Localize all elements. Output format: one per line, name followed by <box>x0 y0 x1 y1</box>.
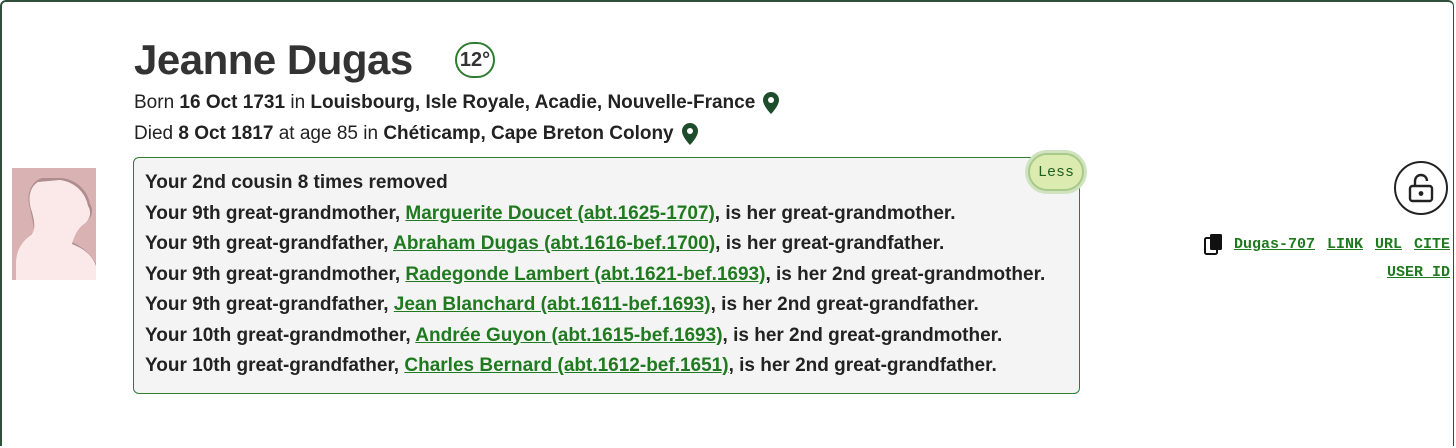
relationship-prefix: Your 9th great-grandfather, <box>145 233 389 254</box>
person-name: Jeanne Dugas <box>134 36 413 83</box>
birth-line: Born 16 Oct 1731 in Louisbourg, Isle Roy… <box>134 92 780 114</box>
ancestor-link[interactable]: Jean Blanchard (abt.1611-bef.1693) <box>394 294 711 315</box>
birth-place[interactable]: Louisbourg, Isle Royale, Acadie, Nouvell… <box>310 92 755 114</box>
relationship-suffix: , is her 2nd great-grandfather. <box>710 294 979 315</box>
birth-date: 16 Oct 1731 <box>179 92 286 113</box>
relationship-line: Your 10th great-grandfather, Charles Ber… <box>145 353 1079 384</box>
birth-in: in <box>290 92 306 113</box>
death-place[interactable]: Chéticamp, Cape Breton Colony <box>383 123 673 145</box>
death-line: Died 8 Oct 1817 at age 85 in Chéticamp, … <box>134 123 698 145</box>
relationship-prefix: Your 10th great-grandfather, <box>145 355 400 376</box>
avatar[interactable] <box>12 168 96 280</box>
relationship-box: Your 2nd cousin 8 times removed Your 9th… <box>133 157 1080 394</box>
copy-icon[interactable] <box>1203 233 1224 255</box>
relationship-prefix: Your 9th great-grandmother, <box>145 202 401 224</box>
relationship-suffix: , is her great-grandfather. <box>715 233 945 254</box>
ancestor-link[interactable]: Abraham Dugas (abt.1616-bef.1700) <box>393 233 715 254</box>
relationship-prefix: Your 9th great-grandmother, <box>145 263 401 285</box>
relationship-line: Your 9th great-grandmother, Marguerite D… <box>145 201 1079 232</box>
born-label: Born <box>134 92 175 113</box>
user-id-button[interactable]: USER ID <box>1387 264 1450 281</box>
url-button[interactable]: URL <box>1375 236 1402 253</box>
relationship-line: Your 9th great-grandmother, Radegonde La… <box>145 262 1079 293</box>
user-id-row: USER ID <box>1387 264 1450 281</box>
relationship-line: Your 9th great-grandfather, Abraham Duga… <box>145 231 1079 262</box>
degree-badge[interactable]: 12° <box>455 42 495 78</box>
relationship-suffix: , is her 2nd great-grandmother. <box>722 324 1003 346</box>
relationship-summary: Your 2nd cousin 8 times removed <box>145 172 448 193</box>
cite-button[interactable]: CITE <box>1414 236 1450 253</box>
privacy-lock-button[interactable] <box>1394 161 1448 215</box>
death-age: at age 85 in <box>278 123 379 144</box>
map-pin-icon[interactable] <box>681 123 698 145</box>
profile-actions: Dugas-707 LINK URL CITE <box>1203 233 1450 255</box>
relationship-prefix: Your 9th great-grandfather, <box>145 294 389 315</box>
ancestor-link[interactable]: Marguerite Doucet (abt.1625-1707) <box>405 203 714 224</box>
relationship-prefix: Your 10th great-grandmother, <box>145 324 411 346</box>
ancestor-link[interactable]: Andrée Guyon (abt.1615-bef.1693) <box>415 325 722 346</box>
relationship-line: Your 9th great-grandfather, Jean Blancha… <box>145 292 1079 323</box>
unlock-icon <box>1408 173 1434 203</box>
ancestor-link[interactable]: Radegonde Lambert (abt.1621-bef.1693) <box>405 264 765 285</box>
ancestor-link[interactable]: Charles Bernard (abt.1612-bef.1651) <box>404 355 728 376</box>
relationship-suffix: , is her 2nd great-grandfather. <box>728 355 997 376</box>
female-silhouette-icon <box>12 168 96 280</box>
relationship-suffix: , is her 2nd great-grandmother. <box>765 263 1046 285</box>
less-toggle-button[interactable]: Less <box>1028 153 1084 191</box>
map-pin-icon[interactable] <box>763 92 780 114</box>
relationship-line: Your 10th great-grandmother, Andrée Guyo… <box>145 323 1079 354</box>
profile-id-link[interactable]: Dugas-707 <box>1234 236 1315 253</box>
relationship-suffix: , is her great-grandmother. <box>714 202 956 224</box>
died-label: Died <box>134 123 174 144</box>
death-date: 8 Oct 1817 <box>178 123 274 144</box>
link-button[interactable]: LINK <box>1327 236 1363 253</box>
